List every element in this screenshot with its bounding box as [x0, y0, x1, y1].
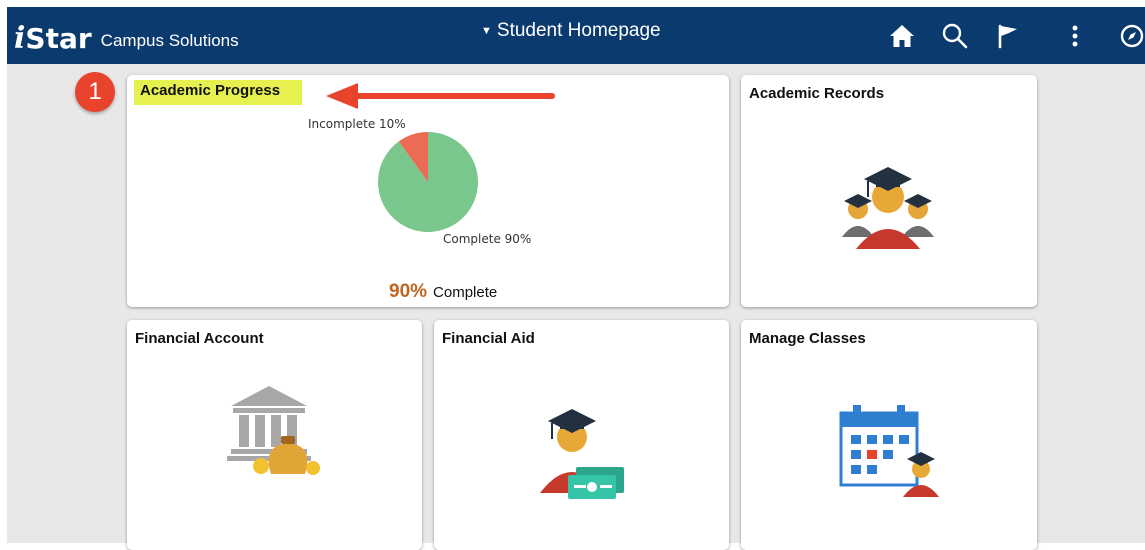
- logo-subtitle: Campus Solutions: [100, 31, 239, 50]
- graduate-cash-icon: [540, 409, 624, 499]
- page-title: Student Homepage: [496, 20, 661, 41]
- flag-icon[interactable]: [993, 21, 1023, 51]
- progress-summary: 90% Complete: [389, 281, 497, 303]
- home-icon[interactable]: [887, 21, 917, 51]
- caret-down-icon: ▼: [481, 25, 492, 37]
- graduates-group-icon: [842, 167, 934, 249]
- tile-financial-account[interactable]: Financial Account: [127, 320, 422, 550]
- navbar-compass-icon[interactable]: [1117, 21, 1145, 51]
- tile-title-manage-classes: Manage Classes: [749, 330, 866, 347]
- tile-title-academic-records: Academic Records: [749, 85, 885, 102]
- step-number-badge: 1: [75, 72, 115, 112]
- pie-label-complete: Complete 90%: [443, 232, 532, 246]
- more-vertical-icon[interactable]: [1060, 21, 1090, 51]
- progress-percent: 90%: [389, 281, 428, 302]
- tile-financial-aid[interactable]: Financial Aid: [434, 320, 729, 550]
- search-icon[interactable]: [940, 21, 970, 51]
- bank-money-icon: [227, 386, 320, 475]
- homepage-tiles-area: Academic Progress Incomplete 10% Complet…: [7, 64, 1145, 550]
- istar-logo: i Star Campus Solutions: [14, 18, 239, 54]
- tile-manage-classes[interactable]: Manage Classes: [741, 320, 1037, 550]
- logo-star: Star: [25, 22, 92, 55]
- pie-label-incomplete: Incomplete 10%: [308, 117, 406, 131]
- logo-i: i: [14, 21, 26, 56]
- annotation-arrow-icon: [326, 83, 555, 109]
- tile-title-financial-account: Financial Account: [135, 330, 264, 347]
- app-header: i Star Campus Solutions ▼ Student Homepag…: [7, 7, 1145, 64]
- progress-label: Complete: [433, 284, 498, 301]
- tile-title-financial-aid: Financial Aid: [442, 330, 535, 347]
- pie-slice-complete: [378, 132, 478, 232]
- page-title-dropdown[interactable]: ▼ Student Homepage: [481, 20, 661, 42]
- tile-academic-records[interactable]: Academic Records: [741, 75, 1037, 307]
- calendar-student-icon: [839, 405, 939, 497]
